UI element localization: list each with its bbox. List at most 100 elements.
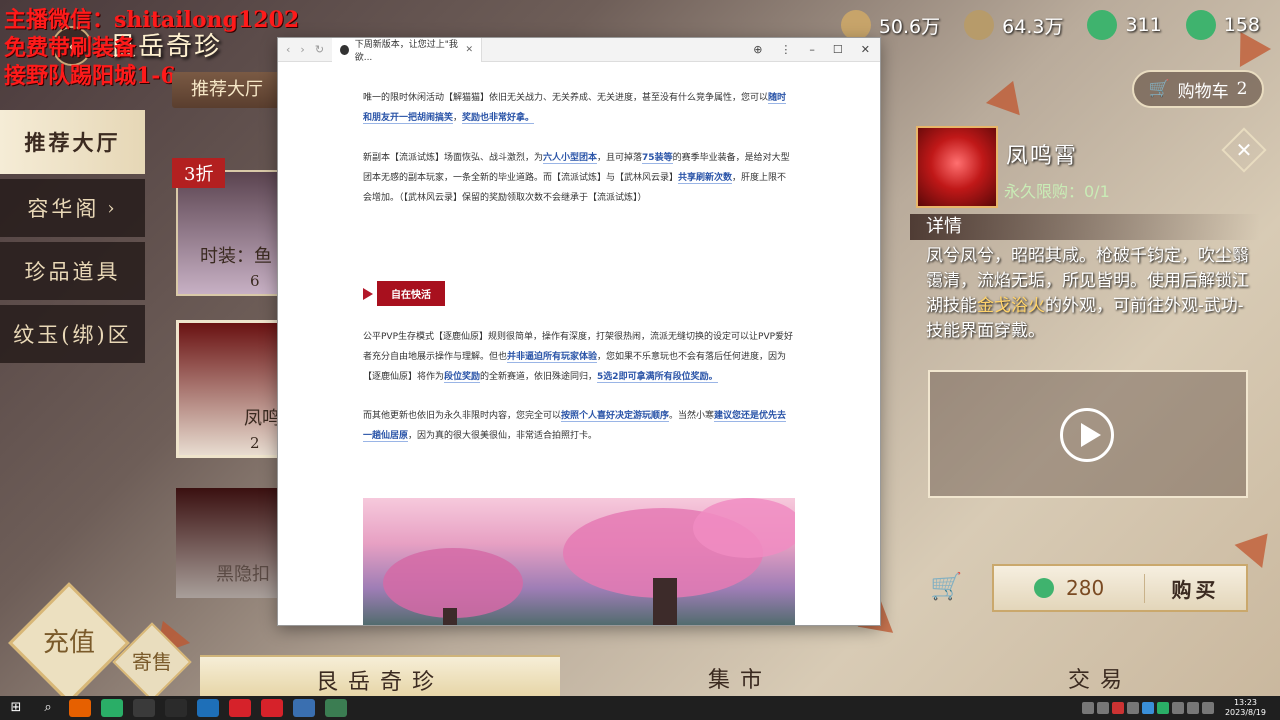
item-description: 凤兮凤兮，昭昭其咸。枪破千钧定，吹尘翳霭清，流焰无垢，所见皆明。使用后解锁江湖技… [926, 244, 1256, 344]
play-triangle-icon [363, 287, 373, 300]
netease-icon[interactable] [229, 699, 251, 717]
bottom-tabs: 艮岳奇珍 集市 交易 [200, 655, 1280, 696]
article-content: 唯一的限时休闲活动【解猫猫】依旧无关战力、无关养成、无关进度，甚至没有什么竞争属… [278, 63, 880, 625]
side-nav-recommend[interactable]: 推荐大厅 [0, 110, 145, 174]
tray-icon[interactable] [1096, 702, 1109, 714]
recharge-button[interactable]: 充值 [8, 582, 130, 696]
browser-titlebar: ‹ › ↻ 下周新版本，让您过上"我欲... ✕ ⊕ ⋮ – ☐ ✕ [278, 37, 880, 63]
window-icon[interactable] [325, 699, 347, 717]
calculator-icon[interactable] [293, 699, 315, 717]
text: 唯一的限时休闲活动【解猫猫】依旧无关战力、无关养成、无关进度，甚至没有什么竞争属… [363, 93, 769, 103]
card-label: 黑隐扣 [216, 564, 270, 585]
close-icon: ✕ [1235, 138, 1253, 162]
edge-icon[interactable] [197, 699, 219, 717]
card-label: 时装：鱼 [200, 246, 272, 267]
forward-icon[interactable]: › [300, 43, 304, 56]
wifi-icon[interactable] [1186, 702, 1199, 714]
card-price: 6 [250, 272, 260, 290]
item-limit: 永久限购：0/1 [1004, 182, 1110, 201]
side-nav-label: 容华阁 [27, 197, 100, 221]
system-tray: 13:23 2023/8/19 [1081, 698, 1280, 718]
desc-skill-name: 金戈浴火 [977, 296, 1045, 316]
add-to-cart-icon[interactable]: 🛒 [930, 572, 966, 604]
game-icon[interactable] [261, 699, 283, 717]
shop-card[interactable] [176, 170, 280, 296]
close-button[interactable]: ✕ [1221, 127, 1267, 173]
volume-icon[interactable] [1201, 702, 1214, 714]
window-close-icon[interactable]: ✕ [861, 43, 870, 56]
firefox-icon[interactable] [69, 699, 91, 717]
detail-heading: 详情 [910, 214, 1260, 240]
tab-trade[interactable]: 交易 [920, 655, 1280, 696]
text: ， [453, 113, 463, 123]
tray-icon[interactable] [1156, 702, 1169, 714]
highlight: 5选2即可拿满所有段位奖励。 [597, 372, 718, 383]
tab-title: 下周新版本，让您过上"我欲... [354, 39, 458, 63]
resource-value: 50.6万 [878, 15, 941, 38]
clock-date: 2023/8/19 [1224, 708, 1266, 717]
side-nav-ronghua[interactable]: 容华阁 › [0, 179, 145, 237]
resource-jade-bound[interactable]: 158 [1185, 10, 1260, 40]
resource-value: 158 [1223, 14, 1260, 36]
resource-coin[interactable]: 64.3万 [964, 10, 1063, 40]
highlight: 段位奖励 [444, 372, 481, 383]
minimize-icon[interactable]: – [809, 43, 815, 56]
card-price: 2 [250, 434, 260, 452]
more-icon[interactable]: ⋮ [780, 43, 791, 56]
jade-icon [1087, 10, 1118, 40]
play-icon[interactable] [1060, 408, 1114, 462]
item-icon [916, 126, 998, 208]
app-icon[interactable] [133, 699, 155, 717]
buy-button[interactable]: 购买 [1144, 573, 1246, 603]
tray-icon[interactable] [1141, 702, 1154, 714]
browser-tab[interactable]: 下周新版本，让您过上"我欲... ✕ [332, 37, 483, 63]
resource-scroll[interactable]: 50.6万 [840, 10, 941, 40]
article-image [363, 498, 795, 625]
preview-video[interactable] [928, 370, 1248, 498]
shop-card-selected[interactable] [176, 320, 280, 458]
tray-icon[interactable] [1171, 702, 1184, 714]
buy-bar: 280 购买 [992, 564, 1248, 612]
card-label: 凤鸣 [244, 408, 280, 429]
price: 280 [994, 576, 1144, 600]
windows-start-icon[interactable]: ⊞ [5, 699, 27, 717]
section-title: 自在快活 [377, 281, 445, 306]
highlight: 75装等 [642, 153, 673, 164]
tree-trunk [443, 608, 457, 625]
reload-icon[interactable]: ↻ [315, 43, 324, 56]
maximize-icon[interactable]: ☐ [833, 43, 843, 56]
scroll-icon [840, 10, 871, 40]
text: 新副本【流派试炼】场面恢弘、战斗激烈，为 [363, 153, 544, 163]
tree-trunk [653, 578, 677, 625]
cart-button[interactable]: 🛒 购物车 2 [1132, 70, 1264, 108]
side-nav-jade-bound[interactable]: 纹玉(绑)区 [0, 305, 145, 363]
tab-genyue[interactable]: 艮岳奇珍 [200, 655, 560, 696]
text: ，且可掉落 [597, 153, 643, 163]
text: 而其他更新也依旧为永久非限时内容，您完全可以 [363, 411, 562, 421]
resource-jade[interactable]: 311 [1087, 10, 1162, 40]
tray-icon[interactable] [1111, 702, 1124, 714]
text: 的全新赛道，依旧殊途同归， [480, 372, 598, 382]
resource-value: 311 [1125, 14, 1162, 36]
back-icon[interactable]: ‹ [286, 43, 290, 56]
tray-icon[interactable] [1126, 702, 1139, 714]
sub-tab-recommend[interactable]: 推荐大厅 [172, 72, 282, 108]
search-icon[interactable]: ⌕ [37, 699, 59, 717]
tray-icon[interactable] [1081, 702, 1094, 714]
item-name: 凤鸣霄 [1006, 144, 1079, 169]
tab-close-icon[interactable]: ✕ [465, 45, 473, 55]
side-nav-label: 珍品道具 [24, 260, 121, 284]
article-paragraph: 新副本【流派试炼】场面恢弘、战斗激烈，为六人小型团本，且可掉落75装等的赛季毕业… [363, 148, 795, 208]
favicon-icon [340, 44, 349, 55]
tab-market[interactable]: 集市 [560, 655, 920, 696]
browser-nav: ‹ › ↻ [278, 43, 332, 56]
globe-icon[interactable]: ⊕ [753, 43, 762, 56]
highlight: 六人小型团本 [543, 153, 598, 164]
window-controls: ⊕ ⋮ – ☐ ✕ [753, 43, 880, 56]
wechat-icon[interactable] [101, 699, 123, 717]
jade-icon [1034, 578, 1054, 598]
obs-icon[interactable] [165, 699, 187, 717]
discount-badge: 3折 [172, 158, 226, 188]
side-nav-treasure[interactable]: 珍品道具 [0, 242, 145, 300]
clock[interactable]: 13:23 2023/8/19 [1225, 698, 1266, 718]
